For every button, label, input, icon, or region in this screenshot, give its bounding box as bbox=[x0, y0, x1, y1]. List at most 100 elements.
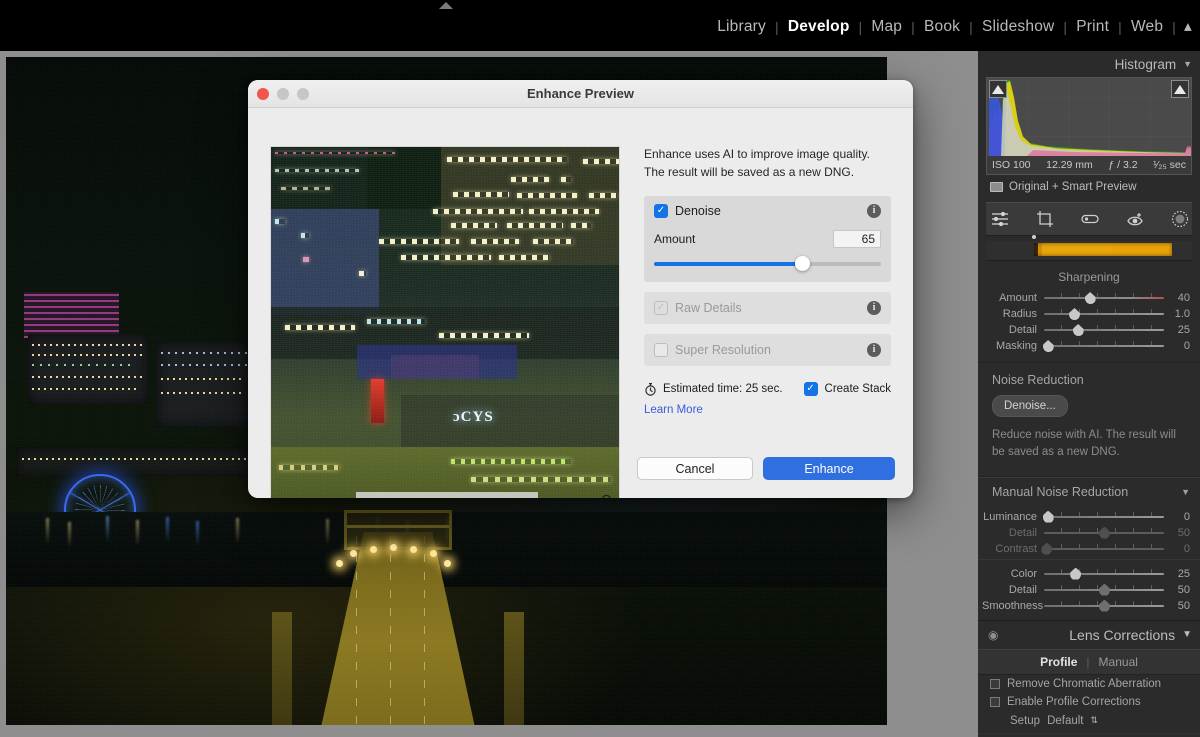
slider-track[interactable] bbox=[1044, 307, 1164, 321]
slider-label: Luminance bbox=[983, 510, 1037, 523]
info-icon[interactable]: i bbox=[867, 300, 881, 315]
slider-handle[interactable] bbox=[794, 255, 810, 271]
slider-sharpening-masking[interactable]: Masking 0 bbox=[978, 338, 1200, 354]
enhance-button[interactable]: Enhance bbox=[763, 457, 895, 480]
remove-chromatic-aberration-row[interactable]: Remove Chromatic Aberration bbox=[978, 675, 1200, 693]
module-develop[interactable]: Develop bbox=[779, 18, 859, 36]
chevron-down-icon[interactable]: ▼ bbox=[1182, 629, 1192, 640]
module-library[interactable]: Library bbox=[708, 18, 775, 36]
chevron-down-icon[interactable]: ▼ bbox=[1183, 59, 1192, 69]
preview-noise-overlay bbox=[271, 147, 619, 498]
amount-slider[interactable] bbox=[654, 255, 881, 271]
remove-chromatic-aberration-label: Remove Chromatic Aberration bbox=[1007, 677, 1162, 690]
slider-value: 50 bbox=[1177, 599, 1190, 612]
denoise-checkbox[interactable]: ✓ bbox=[654, 203, 668, 218]
iso-value: ISO 100 bbox=[992, 159, 1031, 171]
dialog-controls: Enhance uses AI to improve image quality… bbox=[644, 146, 891, 416]
panel-visibility-eye-icon[interactable]: ◉ bbox=[988, 628, 998, 642]
tone-curve-strip[interactable] bbox=[986, 241, 1192, 261]
checkbox-icon[interactable] bbox=[990, 678, 1000, 689]
slider-track[interactable] bbox=[1044, 583, 1164, 597]
histogram[interactable]: ISO 100 12.29 mm ƒ / 3.2 ¹⁄₂₅ sec bbox=[986, 77, 1192, 175]
stopwatch-icon bbox=[645, 382, 656, 396]
slider-track[interactable] bbox=[1044, 599, 1164, 613]
enhance-preview-image[interactable]: ɔCYS Enhanced Click and hold preview win… bbox=[270, 146, 620, 498]
module-map[interactable]: Map bbox=[862, 18, 911, 36]
slider-track[interactable] bbox=[1044, 291, 1164, 305]
info-icon[interactable]: i bbox=[867, 203, 881, 218]
slider-label: Masking bbox=[996, 340, 1037, 352]
slider-track bbox=[1041, 542, 1164, 556]
masking-icon[interactable] bbox=[1171, 210, 1189, 228]
denoise-button[interactable]: Denoise... bbox=[992, 395, 1068, 417]
slider-sharpening-detail[interactable]: Detail 25 bbox=[978, 322, 1200, 338]
slider-label: Color bbox=[1010, 567, 1037, 580]
minimize-icon[interactable] bbox=[277, 88, 289, 100]
slider-track[interactable] bbox=[1042, 510, 1164, 524]
denoise-option-block: ✓ Denoise i Amount 65 bbox=[644, 195, 891, 282]
tone-curve-band bbox=[1034, 243, 1172, 256]
slider-track[interactable] bbox=[1042, 339, 1164, 353]
module-web[interactable]: Web bbox=[1122, 18, 1172, 36]
manual-noise-sliders-group-luminance: Luminance 0 Detail 50 Contrast 0 bbox=[978, 505, 1200, 559]
histogram-panel-header[interactable]: Histogram ▼ bbox=[978, 51, 1200, 77]
slider-label: Amount bbox=[999, 292, 1037, 304]
maximize-icon[interactable] bbox=[297, 88, 309, 100]
slider-luminance[interactable]: Luminance 0 bbox=[978, 509, 1200, 525]
red-eye-icon[interactable] bbox=[1126, 211, 1145, 227]
histogram-title: Histogram bbox=[1114, 56, 1177, 72]
close-icon[interactable] bbox=[257, 88, 269, 100]
tab-manual[interactable]: Manual bbox=[1099, 655, 1138, 669]
stepper-icon[interactable]: ⇅ bbox=[1091, 716, 1099, 725]
noise-reduction-panel: Noise Reduction Denoise... Reduce noise … bbox=[978, 363, 1200, 477]
slider-value: 1.0 bbox=[1174, 308, 1190, 320]
slider-sharpening-amount[interactable]: Amount 40 bbox=[978, 290, 1200, 306]
dialog-title: Enhance Preview bbox=[527, 86, 634, 101]
manual-noise-sliders-group-color: Color 25 Detail 50 Smoothness 50 bbox=[978, 558, 1200, 620]
shadow-clipping-indicator[interactable] bbox=[989, 80, 1007, 98]
slider-color[interactable]: Color 25 bbox=[978, 566, 1200, 582]
slider-color-smoothness[interactable]: Smoothness 50 bbox=[978, 598, 1200, 614]
create-stack-checkbox[interactable]: ✓ bbox=[803, 381, 818, 396]
raw-details-label: Raw Details bbox=[675, 300, 742, 315]
setup-value[interactable]: Default bbox=[1047, 715, 1083, 727]
noise-reduction-title: Noise Reduction bbox=[992, 373, 1084, 387]
super-resolution-row: Super Resolution i bbox=[654, 342, 881, 357]
spot-removal-icon[interactable] bbox=[1080, 212, 1100, 226]
lens-profile-title: Lens Profile bbox=[978, 732, 1200, 737]
amount-value-field[interactable]: 65 bbox=[833, 229, 881, 248]
module-slideshow[interactable]: Slideshow bbox=[973, 18, 1063, 36]
amount-label: Amount bbox=[654, 231, 696, 246]
module-book[interactable]: Book bbox=[915, 18, 969, 36]
enhance-preview-dialog[interactable]: Enhance Preview Enhance uses AI to impro… bbox=[248, 80, 913, 498]
manual-noise-reduction-header[interactable]: Manual Noise Reduction ▼ bbox=[978, 476, 1200, 505]
info-icon[interactable]: i bbox=[867, 342, 881, 357]
chevron-down-icon[interactable]: ▼ bbox=[1181, 487, 1190, 497]
dialog-titlebar[interactable]: Enhance Preview bbox=[248, 80, 913, 108]
module-top-bar: Library | Develop | Map | Book | Slidesh… bbox=[0, 0, 1200, 51]
denoise-row[interactable]: ✓ Denoise i bbox=[654, 203, 881, 218]
checkbox-icon[interactable] bbox=[990, 696, 1000, 707]
cancel-button[interactable]: Cancel bbox=[637, 457, 753, 480]
slider-track[interactable] bbox=[1044, 323, 1164, 337]
highlight-clipping-indicator[interactable] bbox=[1171, 80, 1189, 98]
raw-details-option-block: ✓ Raw Details i bbox=[644, 291, 891, 324]
module-print[interactable]: Print bbox=[1067, 18, 1118, 36]
enable-profile-corrections-row[interactable]: Enable Profile Corrections bbox=[978, 693, 1200, 711]
lens-corrections-tabs: Profile | Manual bbox=[978, 648, 1200, 675]
zoom-out-icon[interactable] bbox=[601, 494, 614, 498]
tab-profile[interactable]: Profile bbox=[1040, 655, 1077, 669]
basic-adjust-icon[interactable] bbox=[990, 211, 1010, 227]
crop-icon[interactable] bbox=[1036, 210, 1054, 228]
smart-preview-status[interactable]: Original + Smart Preview bbox=[978, 175, 1200, 200]
slider-value: 0 bbox=[1183, 542, 1190, 555]
slider-sharpening-radius[interactable]: Radius 1.0 bbox=[978, 306, 1200, 322]
identity-plate-icon[interactable]: ▴ bbox=[1184, 17, 1192, 36]
create-stack-group[interactable]: ✓ Create Stack bbox=[803, 381, 891, 396]
slider-color-detail[interactable]: Detail 50 bbox=[978, 582, 1200, 598]
lens-corrections-header[interactable]: ◉ Lens Corrections ▼ bbox=[978, 619, 1200, 649]
slider-track[interactable] bbox=[1044, 567, 1164, 581]
setup-row[interactable]: Setup Default ⇅ bbox=[978, 711, 1200, 733]
learn-more-link[interactable]: Learn More bbox=[644, 404, 891, 416]
top-panel-collapse-arrow-icon[interactable] bbox=[439, 2, 453, 9]
